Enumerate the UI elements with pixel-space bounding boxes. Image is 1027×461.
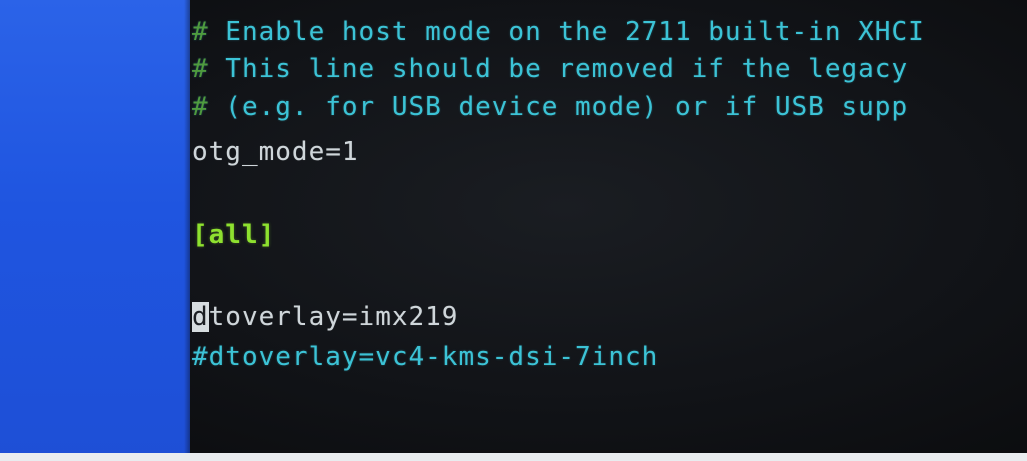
section-all-header: [all] (192, 220, 276, 250)
comment-text-1: Enable host mode on the 2711 built-in XH… (208, 17, 925, 47)
dtoverlay-value: toverlay=imx219 (208, 302, 459, 332)
otg-mode-line: otg_mode=1 (192, 137, 359, 167)
dtoverlay-commented-line: #dtoverlay=vc4-kms-dsi-7inch (192, 342, 659, 372)
comment-line-2: # This line should be removed if the leg… (192, 53, 908, 85)
comment-hash: # (192, 17, 209, 47)
photo-of-monitor: # Enable host mode on the 2711 built-in … (0, 0, 1027, 461)
comment-hash: # (192, 92, 209, 122)
comment-line-3: # (e.g. for USB device mode) or if USB s… (192, 91, 908, 123)
bottom-bezel-strip (0, 453, 1027, 461)
dtoverlay-active-line[interactable]: dtoverlay=imx219 (192, 301, 458, 333)
comment-text-2: This line should be removed if the legac… (208, 54, 909, 84)
text-cursor: d (192, 302, 209, 332)
comment-text-3: (e.g. for USB device mode) or if USB sup… (208, 92, 909, 122)
comment-line-1: # Enable host mode on the 2711 built-in … (192, 16, 925, 48)
terminal-editor[interactable]: # Enable host mode on the 2711 built-in … (190, 0, 1027, 461)
desktop-left-band (0, 0, 190, 461)
comment-hash: # (192, 54, 209, 84)
